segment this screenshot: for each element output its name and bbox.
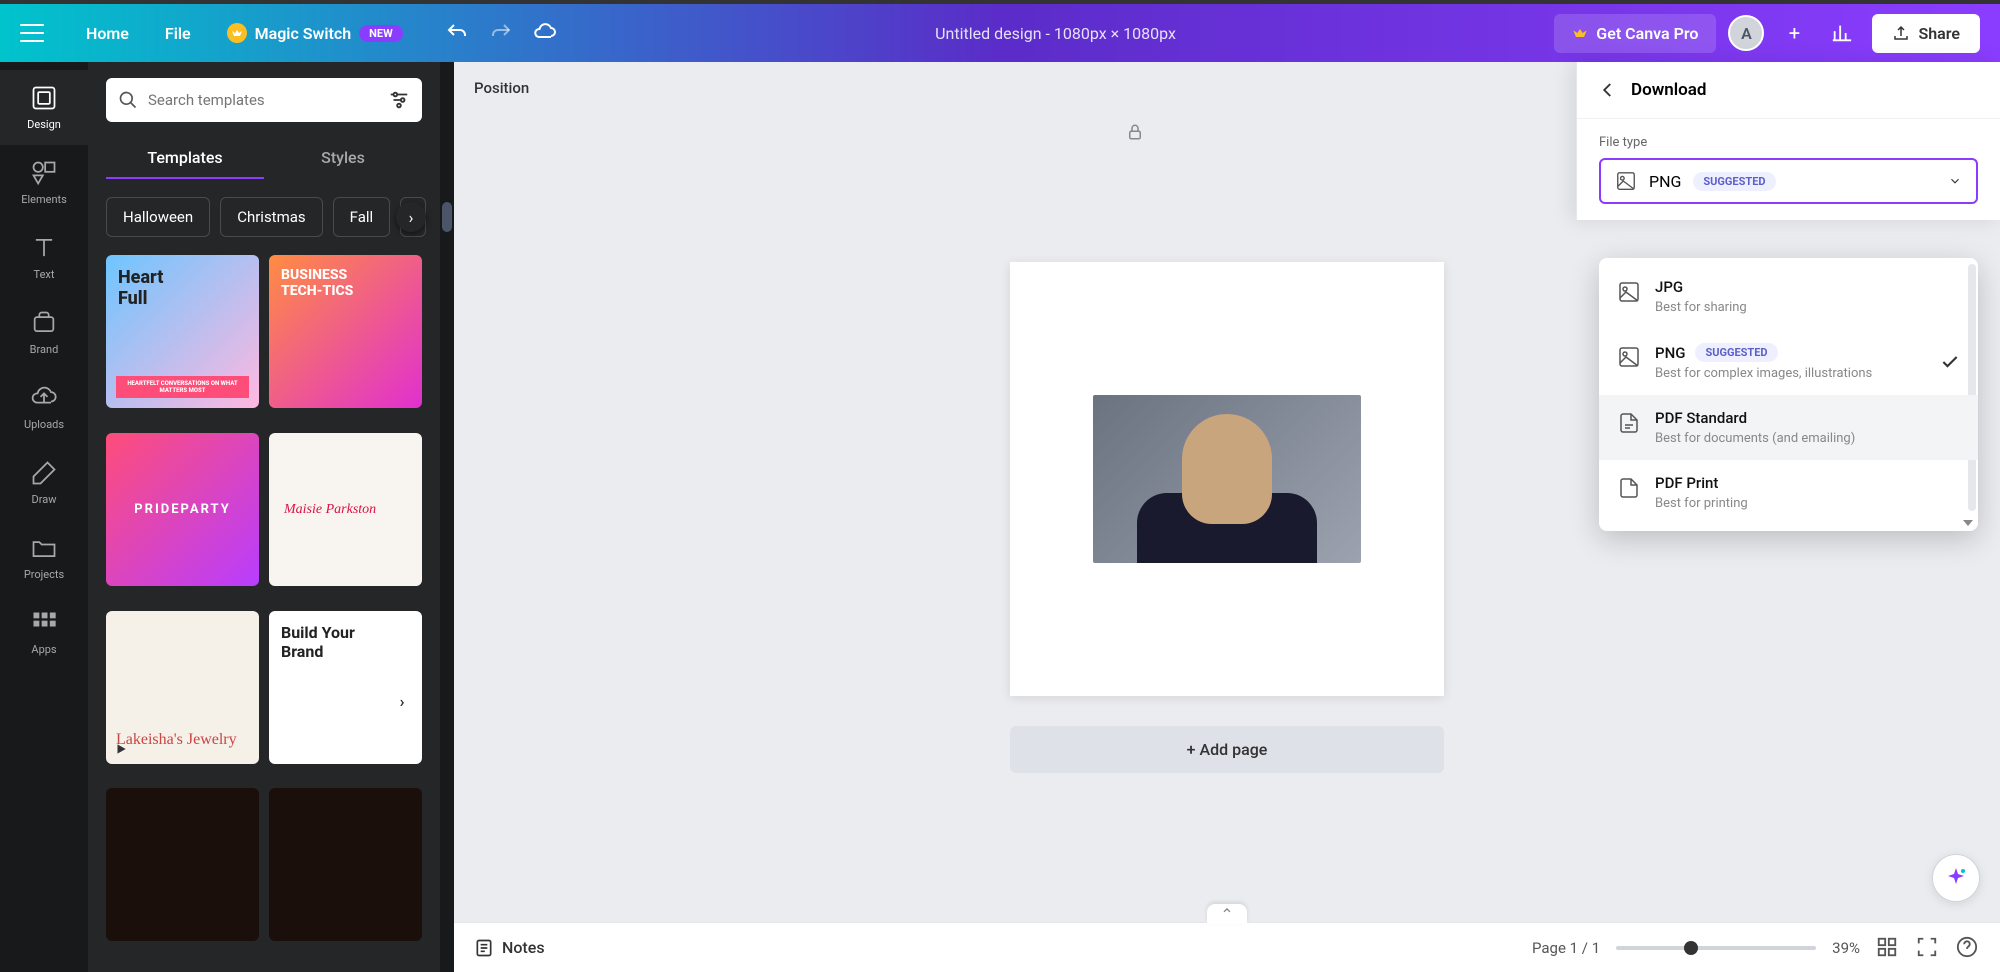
sidebar-item-brand[interactable]: Brand — [0, 295, 88, 370]
menu-button[interactable] — [20, 24, 44, 42]
file-type-select[interactable]: PNG SUGGESTED — [1599, 158, 1978, 204]
notes-button[interactable]: Notes — [474, 938, 545, 958]
template-card[interactable] — [269, 788, 422, 941]
play-icon — [114, 742, 128, 756]
tab-templates[interactable]: Templates — [106, 138, 264, 179]
chip-halloween[interactable]: Halloween — [106, 197, 210, 237]
document-icon — [1617, 411, 1641, 435]
fullscreen-button[interactable] — [1916, 936, 1940, 960]
template-card[interactable]: Lakeisha's Jewelry — [106, 611, 259, 764]
crown-icon — [227, 23, 247, 43]
grid-view-button[interactable] — [1876, 936, 1900, 960]
check-icon — [1940, 352, 1960, 372]
redo-button[interactable] — [489, 21, 513, 45]
sidebar-item-design[interactable]: Design — [0, 70, 88, 145]
category-chips: Halloween Christmas Fall F › — [106, 197, 422, 237]
option-pdf-standard[interactable]: PDF Standard Best for documents (and ema… — [1599, 395, 1978, 460]
new-badge: NEW — [359, 25, 403, 42]
sidebar-item-draw[interactable]: Draw — [0, 445, 88, 520]
template-card[interactable]: HeartFull HEARTFELT CONVERSATIONS ON WHA… — [106, 255, 259, 408]
tab-styles[interactable]: Styles — [264, 138, 422, 179]
file-type-dropdown: JPG Best for sharing PNGSUGGESTED Best f… — [1599, 258, 1978, 531]
filter-icon[interactable] — [388, 89, 410, 111]
option-png[interactable]: PNGSUGGESTED Best for complex images, il… — [1599, 329, 1978, 395]
panel-scrollbar[interactable] — [440, 62, 454, 972]
text-icon — [30, 234, 58, 262]
home-link[interactable]: Home — [72, 16, 143, 51]
option-jpg[interactable]: JPG Best for sharing — [1599, 264, 1978, 329]
uploads-icon — [30, 384, 58, 412]
file-type-label: File type — [1599, 135, 1978, 150]
search-input[interactable] — [148, 91, 378, 109]
crown-icon — [1572, 26, 1588, 40]
chip-fall[interactable]: Fall — [333, 197, 391, 237]
help-button[interactable] — [1956, 936, 1980, 960]
magic-switch-label: Magic Switch — [255, 24, 352, 43]
sidebar-item-elements[interactable]: Elements — [0, 145, 88, 220]
placed-image[interactable] — [1093, 395, 1361, 563]
elements-icon — [30, 159, 58, 187]
download-panel: Download File type PNG SUGGESTED JPG Bes… — [1576, 62, 2000, 220]
undo-button[interactable] — [445, 21, 469, 45]
share-button[interactable]: Share — [1872, 14, 1980, 53]
document-icon — [1617, 476, 1641, 500]
design-icon — [30, 84, 58, 112]
image-icon — [1617, 280, 1641, 304]
zoom-slider[interactable] — [1616, 946, 1816, 950]
image-icon — [1615, 170, 1637, 192]
magic-switch-button[interactable]: Magic Switch NEW — [213, 15, 417, 51]
sidebar-item-projects[interactable]: Projects — [0, 520, 88, 595]
tool-sidebar: Design Elements Text Brand Uploads Draw … — [0, 62, 88, 972]
chip-christmas[interactable]: Christmas — [220, 197, 322, 237]
template-card[interactable] — [106, 788, 259, 941]
chip-next-button[interactable]: › — [396, 202, 426, 232]
template-grid: HeartFull HEARTFELT CONVERSATIONS ON WHA… — [106, 255, 422, 956]
add-page-button[interactable]: + Add page — [1010, 726, 1444, 773]
position-button[interactable]: Position — [474, 79, 529, 97]
sidebar-item-apps[interactable]: Apps — [0, 595, 88, 670]
user-avatar[interactable]: A — [1728, 15, 1764, 51]
template-card[interactable]: Maisie Parkston — [269, 433, 422, 586]
search-container — [106, 78, 422, 122]
back-button[interactable] — [1599, 81, 1617, 99]
option-pdf-print[interactable]: PDF Print Best for printing — [1599, 460, 1978, 525]
chevron-down-icon — [1948, 174, 1962, 188]
projects-icon — [30, 534, 58, 562]
panel-tabs: Templates Styles — [106, 138, 422, 179]
upload-icon — [1892, 24, 1910, 42]
next-template-button[interactable]: › — [388, 687, 416, 715]
suggested-badge: SUGGESTED — [1695, 343, 1777, 362]
template-card[interactable]: PRIDEPARTY — [106, 433, 259, 586]
expand-pages-button[interactable]: ⌃ — [1207, 904, 1247, 924]
document-title[interactable]: Untitled design - 1080px × 1080px — [935, 24, 1176, 43]
file-menu[interactable]: File — [151, 16, 205, 51]
apps-icon — [30, 609, 58, 637]
zoom-percentage[interactable]: 39% — [1832, 939, 1860, 957]
image-icon — [1617, 345, 1641, 369]
template-card[interactable]: BUSINESSTECH-TICS — [269, 255, 422, 408]
design-canvas[interactable] — [1010, 262, 1444, 696]
notes-icon — [474, 938, 494, 958]
brand-icon — [30, 309, 58, 337]
draw-icon — [30, 459, 58, 487]
add-collaborator-button[interactable]: + — [1776, 15, 1812, 51]
search-icon — [118, 90, 138, 110]
analytics-button[interactable] — [1824, 15, 1860, 51]
cloud-sync-icon[interactable] — [533, 21, 557, 45]
panel-title: Download — [1631, 80, 1706, 100]
sidebar-item-uploads[interactable]: Uploads — [0, 370, 88, 445]
ai-assistant-button[interactable] — [1932, 854, 1980, 902]
lock-icon[interactable] — [1126, 123, 1144, 141]
selected-type: PNG — [1649, 172, 1681, 191]
templates-panel: Templates Styles Halloween Christmas Fal… — [88, 62, 440, 972]
canvas-footer: Notes Page 1 / 1 39% — [454, 922, 2000, 972]
page-indicator[interactable]: Page 1 / 1 — [1532, 939, 1600, 957]
get-pro-button[interactable]: Get Canva Pro — [1554, 14, 1716, 53]
suggested-badge: SUGGESTED — [1693, 172, 1775, 191]
template-card[interactable]: Build YourBrand › — [269, 611, 422, 764]
sidebar-item-text[interactable]: Text — [0, 220, 88, 295]
app-header: Home File Magic Switch NEW Untitled desi… — [0, 4, 2000, 62]
scroll-indicator-icon — [1963, 520, 1973, 526]
